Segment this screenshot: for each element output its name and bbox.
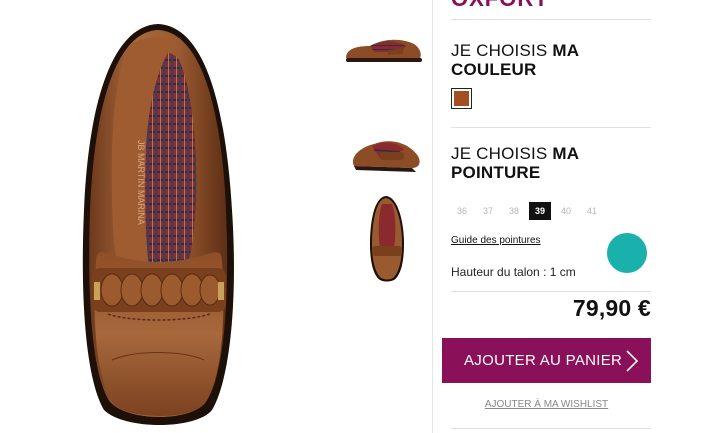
loafer-angle-thumbnail-image: [352, 141, 420, 172]
size-option-38[interactable]: 38: [503, 202, 525, 220]
thumbnail-angle-view[interactable]: [340, 128, 430, 176]
color-swatch-brown[interactable]: [451, 88, 472, 109]
divider-price: [451, 291, 651, 292]
divider-top: [451, 19, 651, 20]
color-section-title: JE CHOISIS MA COULEUR: [451, 41, 579, 79]
color-title-bold-2: COULEUR: [451, 60, 537, 79]
product-brand-heading: OXFORT: [451, 0, 549, 12]
size-title-regular: JE CHOISIS: [451, 144, 553, 163]
thumbnail-side-view[interactable]: [340, 28, 430, 68]
insole-brand-text: JB MARTIN MARINA: [136, 140, 146, 225]
divider-bottom: [451, 428, 651, 429]
add-to-cart-button[interactable]: AJOUTER AU PANIER: [442, 338, 651, 383]
product-options-panel: OXFORT JE CHOISIS MA COULEUR JE CHOISIS …: [442, 0, 651, 433]
size-selector: 36 37 38 39 40 41: [451, 202, 603, 220]
size-option-37[interactable]: 37: [477, 202, 499, 220]
thumbnail-top-view[interactable]: [340, 192, 430, 284]
column-divider: [432, 0, 433, 433]
size-option-40[interactable]: 40: [555, 202, 577, 220]
size-title-bold-1: MA: [552, 144, 580, 163]
size-option-39-selected[interactable]: 39: [529, 202, 551, 220]
heel-height-text: Hauteur du talon : 1 cm: [451, 265, 576, 279]
size-option-41[interactable]: 41: [581, 202, 603, 220]
chat-widget-button[interactable]: [607, 233, 647, 273]
size-guide-link[interactable]: Guide des pointures: [451, 235, 541, 246]
add-to-wishlist-link[interactable]: AJOUTER À MA WISHLIST: [451, 399, 642, 410]
color-title-bold-1: MA: [552, 41, 580, 60]
size-option-36[interactable]: 36: [451, 202, 473, 220]
chevron-right-icon: [626, 350, 639, 372]
add-to-cart-label: AJOUTER AU PANIER: [464, 352, 623, 369]
loafer-top-view-image: JB MARTIN MARINA: [82, 24, 234, 425]
size-title-bold-2: POINTURE: [451, 163, 541, 182]
main-product-image[interactable]: JB MARTIN MARINA: [0, 0, 330, 433]
color-swatch-fill: [454, 91, 469, 106]
divider-color: [451, 127, 651, 128]
loafer-side-thumbnail-image: [346, 39, 422, 62]
thumbnail-gallery: [340, 0, 430, 433]
product-price: 79,90 €: [572, 295, 651, 321]
loafer-top-thumbnail-image: [370, 196, 404, 282]
size-section-title: JE CHOISIS MA POINTURE: [451, 144, 579, 182]
color-title-regular: JE CHOISIS: [451, 41, 553, 60]
